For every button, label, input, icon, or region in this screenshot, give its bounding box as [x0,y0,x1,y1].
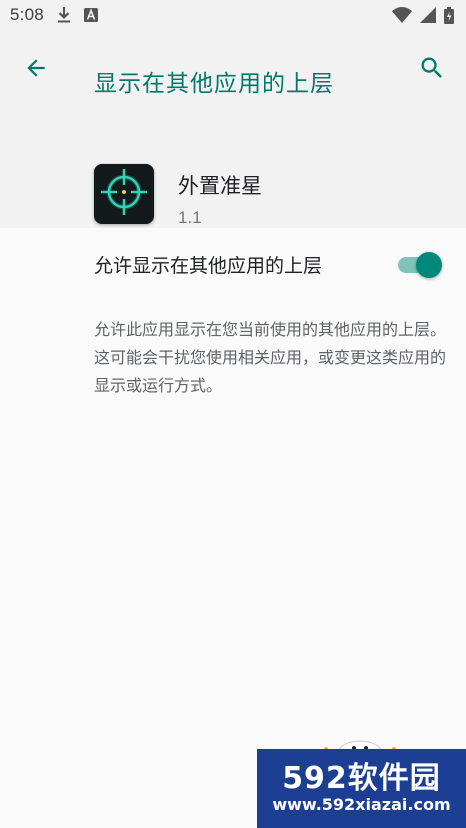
arrow-back-icon [23,55,49,85]
toolbar: 显示在其他应用的上层 [0,30,466,106]
watermark-url: www.592xiazai.com [272,795,451,814]
crosshair-icon [98,166,150,222]
search-button[interactable] [416,54,448,86]
status-bar: 5:08 [0,0,466,30]
permission-toggle-switch[interactable] [394,250,442,278]
app-name: 外置准星 [178,174,262,198]
app-info: 外置准星 1.1 [94,164,262,228]
app-header: 显示在其他应用的上层 外置准星 1.1 [0,30,466,228]
app-text: 外置准星 1.1 [178,170,262,228]
back-button[interactable] [20,54,52,86]
font-a-icon [83,8,98,22]
status-time: 5:08 [10,5,44,24]
status-left: 5:08 [10,5,98,25]
battery-icon [444,6,454,24]
toggle-thumb [416,252,442,278]
search-icon [418,54,446,86]
signal-icon [420,7,436,23]
wifi-icon [392,7,412,23]
status-right [392,6,454,24]
watermark-brand: 592软件园 [282,761,441,796]
download-icon [56,6,72,24]
permission-description: 允许此应用显示在您当前使用的其他应用的上层。这可能会干扰您使用相关应用，或变更这… [94,320,447,395]
permission-toggle-row[interactable]: 允许显示在其他应用的上层 [0,232,466,296]
app-version: 1.1 [178,208,202,227]
page-title: 显示在其他应用的上层 [94,71,334,97]
app-icon [94,164,154,224]
watermark: 592软件园 www.592xiazai.com [257,749,466,828]
permission-label: 允许显示在其他应用的上层 [94,254,323,277]
